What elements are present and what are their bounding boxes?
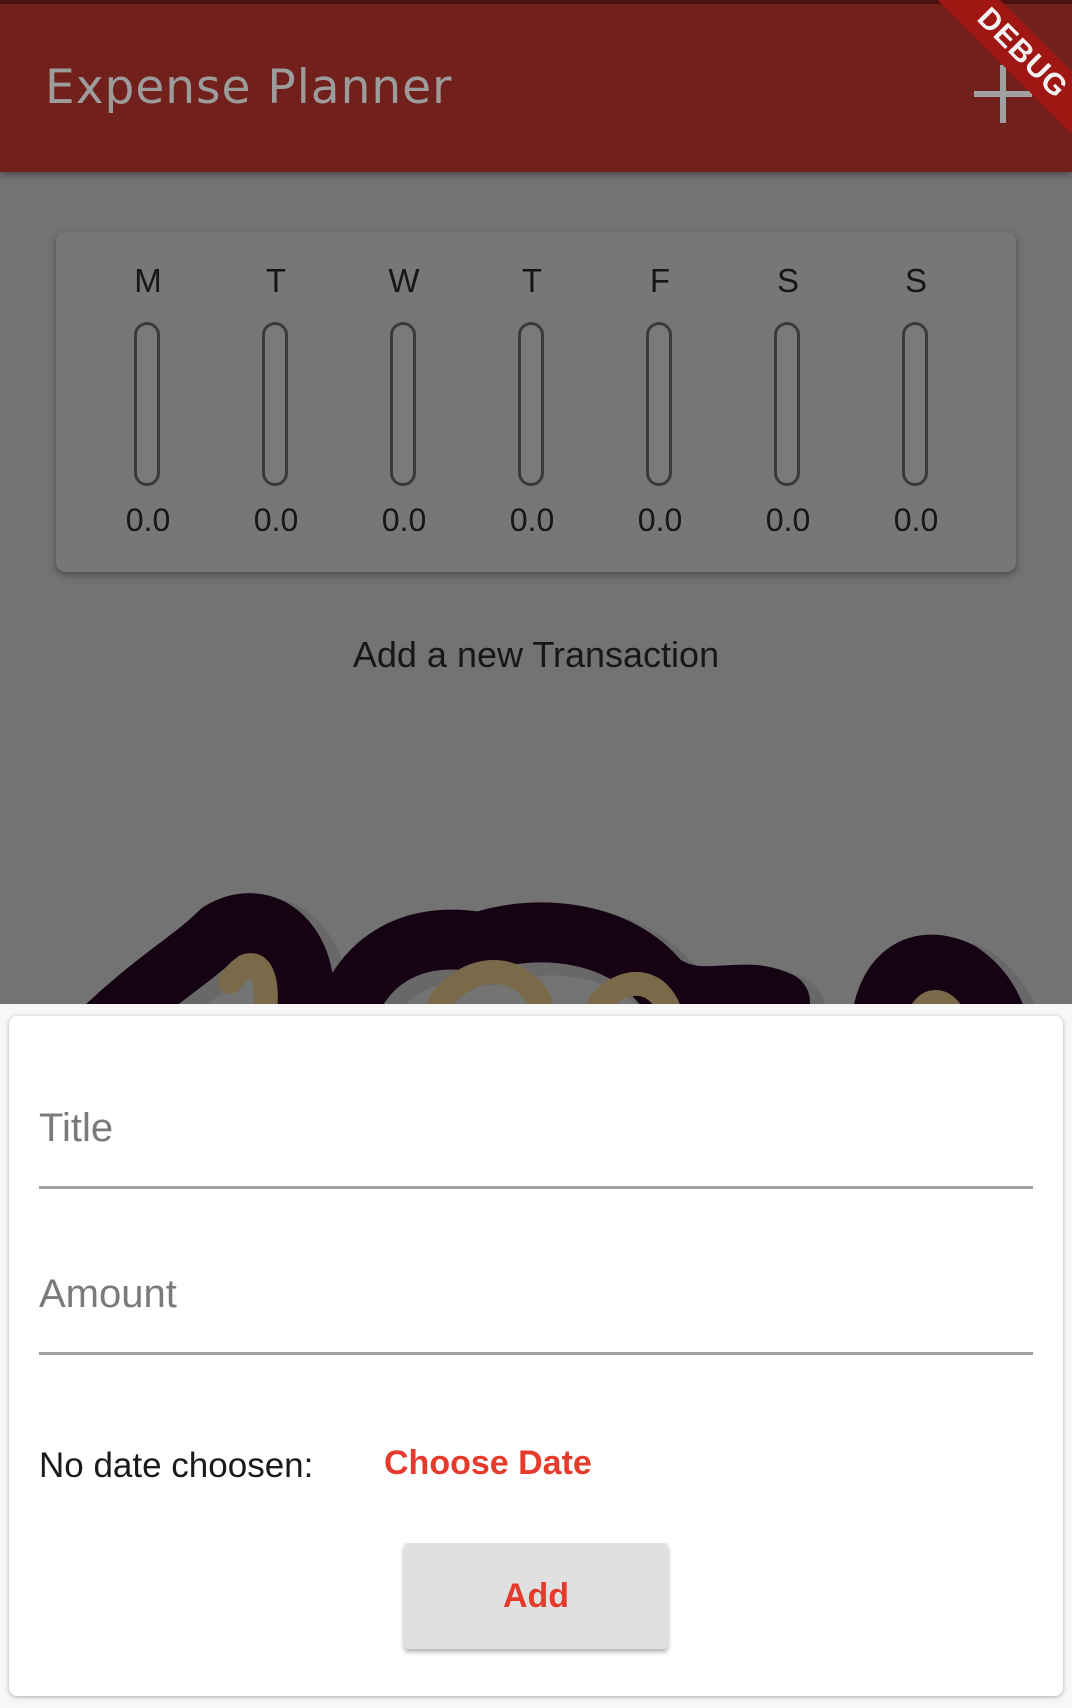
chart-bar-column: S 0.0 [852, 232, 980, 572]
choose-date-button[interactable]: Choose Date [384, 1444, 592, 1483]
chart-day-label: T [521, 262, 543, 299]
chart-day-label: M [134, 262, 162, 299]
chart-day-label: S [904, 262, 927, 299]
chart-amount-label: 0.0 [509, 502, 555, 538]
amount-input[interactable] [39, 1242, 1033, 1352]
title-field-container [39, 1076, 1033, 1189]
app-title: Expense Planner [45, 60, 453, 115]
chart-amount-label: 0.0 [765, 502, 811, 538]
date-status-label: No date choosen: [39, 1446, 314, 1485]
chart-amount-label: 0.0 [125, 502, 171, 538]
chart-day-label: F [649, 262, 671, 299]
chart-bar-track [774, 322, 800, 486]
chart-amount-label: 0.0 [893, 502, 939, 538]
chart-bar-column: F 0.0 [596, 232, 724, 572]
date-picker-row: No date choosen: Choose Date [39, 1436, 1033, 1496]
chart-bar-column: W 0.0 [340, 232, 468, 572]
chart-day-label: S [776, 262, 799, 299]
chart-day-label: T [265, 262, 287, 299]
title-input[interactable] [39, 1076, 1033, 1186]
new-transaction-sheet: No date choosen: Choose Date Add [0, 1004, 1072, 1708]
chart-day-label: W [388, 262, 420, 299]
chart-bar-column: T 0.0 [212, 232, 340, 572]
weekly-chart-card: M 0.0 T 0.0 W 0.0 T 0.0 F 0.0 S 0.0 S 0.… [56, 232, 1016, 572]
chart-amount-label: 0.0 [637, 502, 683, 538]
empty-state-message: Add a new Transaction [352, 634, 720, 675]
app-screen: Expense Planner DEBUG M 0.0 T 0.0 W 0.0 … [0, 0, 1072, 1708]
amount-field-container [39, 1242, 1033, 1355]
main-content: M 0.0 T 0.0 W 0.0 T 0.0 F 0.0 S 0.0 S 0.… [0, 172, 1072, 1004]
chart-bar-column: S 0.0 [724, 232, 852, 572]
chart-bar-track [262, 322, 288, 486]
chart-bar-track [390, 322, 416, 486]
empty-state-illustration [86, 893, 1035, 1004]
chart-amount-label: 0.0 [253, 502, 299, 538]
chart-bar-column: T 0.0 [468, 232, 596, 572]
chart-bar-column: M 0.0 [84, 232, 212, 572]
chart-bar-track [646, 322, 672, 486]
new-transaction-form: No date choosen: Choose Date Add [9, 1016, 1063, 1696]
app-bar: Expense Planner [0, 0, 1072, 172]
chart-amount-label: 0.0 [381, 502, 427, 538]
submit-add-button[interactable]: Add [404, 1543, 668, 1649]
chart-bar-track [518, 322, 544, 486]
chart-bar-track [902, 322, 928, 486]
chart-bar-track [134, 322, 160, 486]
